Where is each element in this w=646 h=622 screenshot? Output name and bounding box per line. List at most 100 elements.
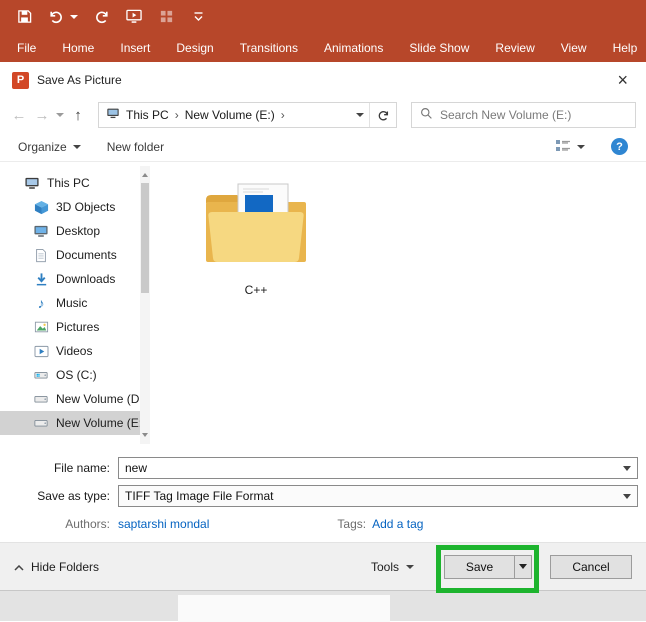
refresh-icon[interactable] xyxy=(369,103,396,127)
sidebar-item-label: New Volume (E:) xyxy=(56,416,147,430)
scrollbar-thumb[interactable] xyxy=(141,183,149,293)
start-from-beginning-icon[interactable] xyxy=(126,9,142,25)
save-as-type-select[interactable]: TIFF Tag Image File Format xyxy=(118,484,638,507)
cancel-button[interactable]: Cancel xyxy=(550,554,632,579)
sidebar-item-new-volume-d[interactable]: New Volume (D: xyxy=(0,387,150,411)
breadcrumb: This PC › New Volume (E:) › xyxy=(99,103,351,127)
back-icon[interactable]: ← xyxy=(10,107,28,124)
address-dropdown-icon[interactable] xyxy=(351,103,369,127)
this-pc-icon xyxy=(24,175,40,191)
sidebar-item-this-pc[interactable]: This PC xyxy=(0,171,150,195)
file-list: C++ xyxy=(150,162,646,449)
ribbon-tab-review[interactable]: Review xyxy=(482,33,547,62)
scroll-down-icon[interactable] xyxy=(142,433,148,440)
drive-icon xyxy=(33,391,49,407)
command-bar: Organize New folder ? xyxy=(0,132,646,162)
save-split-button: Save xyxy=(444,554,532,579)
pictures-icon xyxy=(33,319,49,335)
customize-qat-icon[interactable] xyxy=(190,9,206,25)
help-icon[interactable]: ? xyxy=(611,138,628,155)
ribbon-tab-design[interactable]: Design xyxy=(163,33,226,62)
sidebar-item-music[interactable]: ♪ Music xyxy=(0,291,150,315)
sidebar-item-label: New Volume (D: xyxy=(56,392,143,406)
sidebar-item-label: Documents xyxy=(56,248,117,262)
save-icon[interactable] xyxy=(16,9,32,25)
organize-button[interactable]: Organize xyxy=(18,140,81,154)
documents-icon xyxy=(33,247,49,263)
authors-value[interactable]: saptarshi mondal xyxy=(118,517,209,531)
search-input[interactable] xyxy=(440,108,627,122)
3d-objects-icon xyxy=(33,199,49,215)
breadcrumb-separator: › xyxy=(280,108,285,122)
music-icon: ♪ xyxy=(37,295,45,311)
save-button[interactable]: Save xyxy=(445,560,514,574)
ribbon-tab-slideshow[interactable]: Slide Show xyxy=(396,33,482,62)
form-area: File name: Save as type: TIFF Tag Image … xyxy=(0,449,646,542)
file-name-row: File name: xyxy=(8,456,638,479)
sidebar-item-label: 3D Objects xyxy=(56,200,116,214)
view-layout-icon xyxy=(555,139,571,155)
sidebar-item-3d-objects[interactable]: 3D Objects xyxy=(0,195,150,219)
sidebar-item-label: Videos xyxy=(56,344,93,358)
sidebar-item-new-volume-e[interactable]: New Volume (E:) xyxy=(0,411,150,435)
sidebar-item-label: Downloads xyxy=(56,272,116,286)
file-name-input[interactable] xyxy=(118,456,638,479)
folder-item-cpp[interactable]: C++ xyxy=(198,180,314,297)
undo-icon[interactable] xyxy=(48,9,64,25)
hide-folders-button[interactable]: Hide Folders xyxy=(14,560,99,574)
up-icon[interactable]: ↑ xyxy=(69,107,87,124)
sidebar-item-documents[interactable]: Documents xyxy=(0,243,150,267)
ribbon-tab-home[interactable]: Home xyxy=(49,33,107,62)
save-as-type-value: TIFF Tag Image File Format xyxy=(118,484,638,507)
navigation-pane: This PC 3D Objects Desktop Documents Dow… xyxy=(0,162,150,449)
chevron-down-icon xyxy=(72,144,81,153)
authors-label: Authors: xyxy=(65,517,110,531)
ribbon-tab-animations[interactable]: Animations xyxy=(311,33,396,62)
undo-dropdown-icon[interactable] xyxy=(70,14,78,23)
sidebar-item-pictures[interactable]: Pictures xyxy=(0,315,150,339)
sidebar-item-label: OS (C:) xyxy=(56,368,97,382)
sidebar-item-os-c[interactable]: OS (C:) xyxy=(0,363,150,387)
navigation-bar: ← → ↑ This PC › New Volume (E:) › xyxy=(0,98,646,132)
scroll-up-icon[interactable] xyxy=(142,170,148,177)
address-bar: This PC › New Volume (E:) › xyxy=(98,102,397,128)
breadcrumb-this-pc[interactable]: This PC xyxy=(126,108,169,122)
ribbon-tab-transitions[interactable]: Transitions xyxy=(227,33,311,62)
add-a-tag-link[interactable]: Add a tag xyxy=(372,517,423,531)
touch-mode-icon[interactable] xyxy=(158,9,174,25)
save-as-type-row: Save as type: TIFF Tag Image File Format xyxy=(8,484,638,507)
sidebar-item-downloads[interactable]: Downloads xyxy=(0,267,150,291)
tags-label: Tags: xyxy=(337,517,367,531)
dialog-title: Save As Picture xyxy=(37,73,122,87)
ribbon-tab-help[interactable]: Help xyxy=(600,33,646,62)
new-folder-label: New folder xyxy=(106,139,165,154)
recent-locations-icon[interactable] xyxy=(56,113,64,121)
ribbon-tab-file[interactable]: File xyxy=(4,33,49,62)
forward-icon[interactable]: → xyxy=(33,107,51,124)
folder-name: C++ xyxy=(244,283,268,297)
this-pc-icon xyxy=(106,107,120,123)
quick-access-toolbar xyxy=(0,0,646,33)
dialog-footer: Hide Folders Tools Save Cancel xyxy=(0,542,646,590)
chevron-down-icon xyxy=(519,564,527,573)
sidebar-item-label: Desktop xyxy=(56,224,101,238)
chevron-down-icon[interactable] xyxy=(623,465,631,475)
redo-icon[interactable] xyxy=(94,9,110,25)
chevron-down-icon xyxy=(623,493,631,503)
breadcrumb-new-volume-e[interactable]: New Volume (E:) xyxy=(185,108,275,122)
folder-icon xyxy=(200,183,312,279)
background-window-strip xyxy=(0,590,646,622)
sidebar-item-videos[interactable]: Videos xyxy=(0,339,150,363)
new-folder-button[interactable]: New folder xyxy=(107,140,164,154)
tools-button[interactable]: Tools xyxy=(371,560,414,574)
ribbon-tab-view[interactable]: View xyxy=(548,33,600,62)
save-dropdown-button[interactable] xyxy=(514,555,531,578)
sidebar-scrollbar[interactable] xyxy=(140,166,150,444)
sidebar-item-desktop[interactable]: Desktop xyxy=(0,219,150,243)
close-icon[interactable]: × xyxy=(611,70,634,91)
powerpoint-icon: P xyxy=(12,71,29,89)
change-view-button[interactable] xyxy=(555,139,585,155)
chevron-down-icon xyxy=(577,144,585,153)
ribbon-tab-insert[interactable]: Insert xyxy=(107,33,163,62)
search-icon xyxy=(420,107,433,123)
